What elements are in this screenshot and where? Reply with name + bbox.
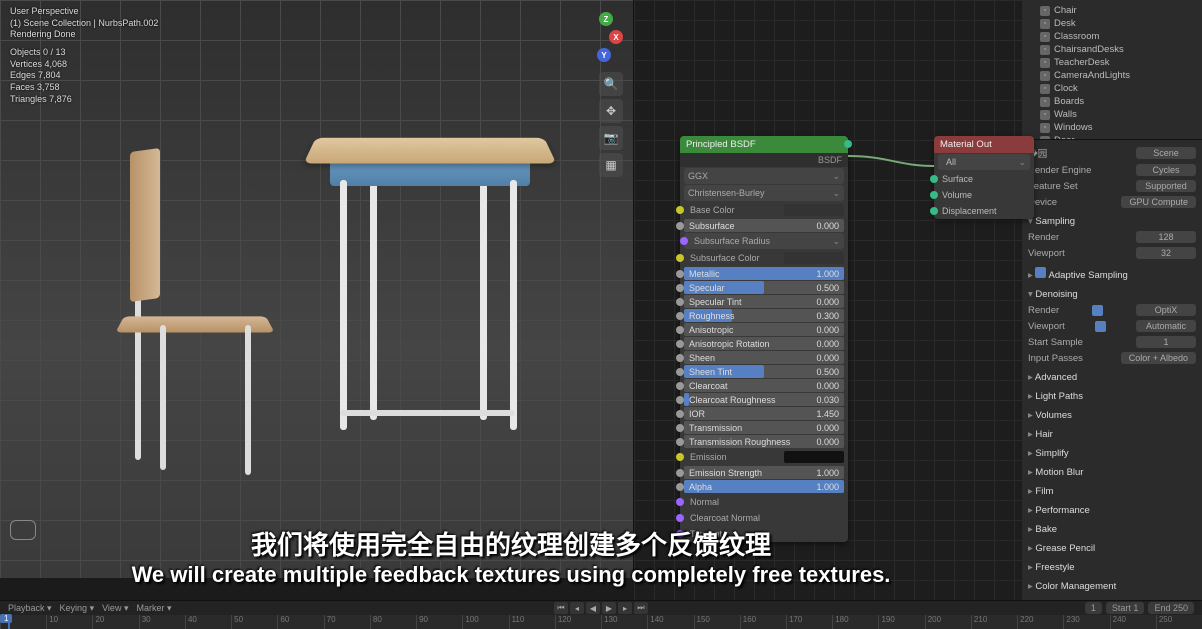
- timeline-ruler[interactable]: 0102030405060708090100110120130140150160…: [0, 615, 1202, 629]
- output-socket-surface[interactable]: Surface: [934, 171, 1034, 187]
- video-subtitles: 我们将使用完全自由的纹理创建多个反馈纹理 We will create mult…: [0, 525, 1022, 588]
- sss-method-dropdown[interactable]: Christensen-Burley: [684, 185, 844, 201]
- shader-node-editor[interactable]: Name Material Output Label ▸ ■ Color ▸ P…: [634, 0, 1022, 600]
- outliner-item[interactable]: ▫TeacherDesk: [1026, 56, 1198, 69]
- node-title: Material Out: [934, 136, 1034, 153]
- next-key-icon: ▸: [618, 602, 632, 614]
- jump-start-icon: ⏮: [554, 602, 568, 614]
- adaptive-checkbox[interactable]: [1035, 267, 1046, 278]
- end-frame-field[interactable]: End 250: [1148, 602, 1194, 614]
- outliner-item[interactable]: ▫Chair: [1026, 4, 1198, 17]
- camera-icon[interactable]: 📷: [599, 126, 623, 150]
- shader-input-emission[interactable]: Emission: [680, 449, 848, 465]
- panel-section[interactable]: Volumes: [1028, 408, 1196, 423]
- outliner-item[interactable]: ▫Desk: [1026, 17, 1198, 30]
- panel-section[interactable]: Simplify: [1028, 446, 1196, 461]
- panel-section[interactable]: Motion Blur: [1028, 465, 1196, 480]
- outliner-item[interactable]: ▫Clock: [1026, 82, 1198, 95]
- shader-slider-clearcoat[interactable]: Clearcoat0.000: [684, 379, 844, 392]
- current-frame-field[interactable]: 1: [1085, 602, 1102, 614]
- prev-key-icon: ◂: [570, 602, 584, 614]
- panel-section[interactable]: Light Paths: [1028, 389, 1196, 404]
- distribution-dropdown[interactable]: GGX: [684, 168, 844, 184]
- shader-input-normal[interactable]: Normal: [680, 494, 848, 510]
- shader-slider-transmission[interactable]: Transmission0.000: [684, 421, 844, 434]
- panel-section[interactable]: Advanced: [1028, 370, 1196, 385]
- outliner-item[interactable]: ▫Walls: [1026, 108, 1198, 121]
- panel-section[interactable]: Bake: [1028, 522, 1196, 537]
- outliner-item[interactable]: ▫CameraAndLights: [1026, 69, 1198, 82]
- outliner-item[interactable]: ▫Classroom: [1026, 30, 1198, 43]
- panel-section[interactable]: Performance: [1028, 503, 1196, 518]
- shader-input-subsurface-radius[interactable]: Subsurface Radius: [684, 233, 844, 249]
- node-title: Principled BSDF: [680, 136, 848, 153]
- outliner-item[interactable]: ▫ChairsandDesks: [1026, 43, 1198, 56]
- feature-set-dropdown[interactable]: Supported: [1136, 180, 1196, 192]
- timeline-menu-item[interactable]: View ▾: [102, 603, 128, 613]
- material-output-node[interactable]: Material Out All SurfaceVolumeDisplaceme…: [934, 136, 1034, 219]
- nav-gizmo[interactable]: X Z Y: [569, 10, 623, 64]
- shader-slider-anisotropic-rotation[interactable]: Anisotropic Rotation0.000: [684, 337, 844, 350]
- playhead[interactable]: [8, 615, 10, 629]
- viewport-samples-field[interactable]: 32: [1136, 247, 1196, 259]
- scene-objects: [110, 120, 550, 500]
- outliner[interactable]: ▫Chair▫Desk▫Classroom▫ChairsandDesks▫Tea…: [1022, 0, 1202, 140]
- shader-slider-specular-tint[interactable]: Specular Tint0.000: [684, 295, 844, 308]
- render-engine-dropdown[interactable]: Cycles: [1136, 164, 1196, 176]
- shader-slider-emission-strength[interactable]: Emission Strength1.000: [684, 466, 844, 479]
- timeline-menu-item[interactable]: Keying ▾: [60, 603, 95, 613]
- shader-slider-sheen-tint[interactable]: Sheen Tint0.500: [684, 365, 844, 378]
- move-icon[interactable]: ✥: [599, 99, 623, 123]
- shader-input-base-color[interactable]: Base Color: [680, 202, 848, 218]
- outliner-item[interactable]: ▫Windows: [1026, 121, 1198, 134]
- output-socket-displacement[interactable]: Displacement: [934, 203, 1034, 219]
- device-dropdown[interactable]: GPU Compute: [1121, 196, 1196, 208]
- viewport-stats: User Perspective (1) Scene Collection | …: [10, 6, 158, 106]
- shader-slider-clearcoat-roughness[interactable]: Clearcoat Roughness0.030: [684, 393, 844, 406]
- playback-controls[interactable]: ⏮◂◀▶▸⏭: [554, 602, 648, 614]
- principled-bsdf-node[interactable]: Principled BSDF BSDF GGX Christensen-Bur…: [680, 136, 848, 542]
- shader-slider-transmission-roughness[interactable]: Transmission Roughness0.000: [684, 435, 844, 448]
- output-socket-volume[interactable]: Volume: [934, 187, 1034, 203]
- properties-panel[interactable]: �园Scene Render EngineCycles Feature SetS…: [1022, 140, 1202, 600]
- zoom-icon[interactable]: 🔍: [599, 72, 623, 96]
- shader-slider-anisotropic[interactable]: Anisotropic0.000: [684, 323, 844, 336]
- shader-slider-specular[interactable]: Specular0.500: [684, 281, 844, 294]
- play-reverse-icon: ◀: [586, 602, 600, 614]
- panel-section[interactable]: Freestyle: [1028, 560, 1196, 575]
- panel-section[interactable]: Color Management: [1028, 579, 1196, 594]
- render-samples-field[interactable]: 128: [1136, 231, 1196, 243]
- 3d-viewport[interactable]: User Perspective (1) Scene Collection | …: [0, 0, 634, 578]
- timeline-menu-item[interactable]: Marker ▾: [136, 603, 171, 613]
- shader-input-clearcoat-normal[interactable]: Clearcoat Normal: [680, 510, 848, 526]
- timeline-menu-item[interactable]: Playback ▾: [8, 603, 52, 613]
- panel-section[interactable]: Grease Pencil: [1028, 541, 1196, 556]
- shader-slider-ior[interactable]: IOR1.450: [684, 407, 844, 420]
- timeline[interactable]: Playback ▾Keying ▾View ▾Marker ▾ ⏮◂◀▶▸⏭ …: [0, 600, 1202, 628]
- shader-slider-subsurface[interactable]: Subsurface0.000: [684, 219, 844, 232]
- shader-slider-alpha[interactable]: Alpha1.000: [684, 480, 844, 493]
- shader-slider-metallic[interactable]: Metallic1.000: [684, 267, 844, 280]
- jump-end-icon: ⏭: [634, 602, 648, 614]
- start-frame-field[interactable]: Start 1: [1106, 602, 1145, 614]
- panel-section[interactable]: Film: [1028, 484, 1196, 499]
- shader-slider-roughness[interactable]: Roughness0.300: [684, 309, 844, 322]
- shader-slider-sheen[interactable]: Sheen0.000: [684, 351, 844, 364]
- perspective-icon[interactable]: ▦: [599, 153, 623, 177]
- panel-section[interactable]: Hair: [1028, 427, 1196, 442]
- play-icon: ▶: [602, 602, 616, 614]
- shader-input-subsurface-color[interactable]: Subsurface Color: [680, 250, 848, 266]
- target-dropdown[interactable]: All: [938, 154, 1030, 170]
- outliner-item[interactable]: ▫Boards: [1026, 95, 1198, 108]
